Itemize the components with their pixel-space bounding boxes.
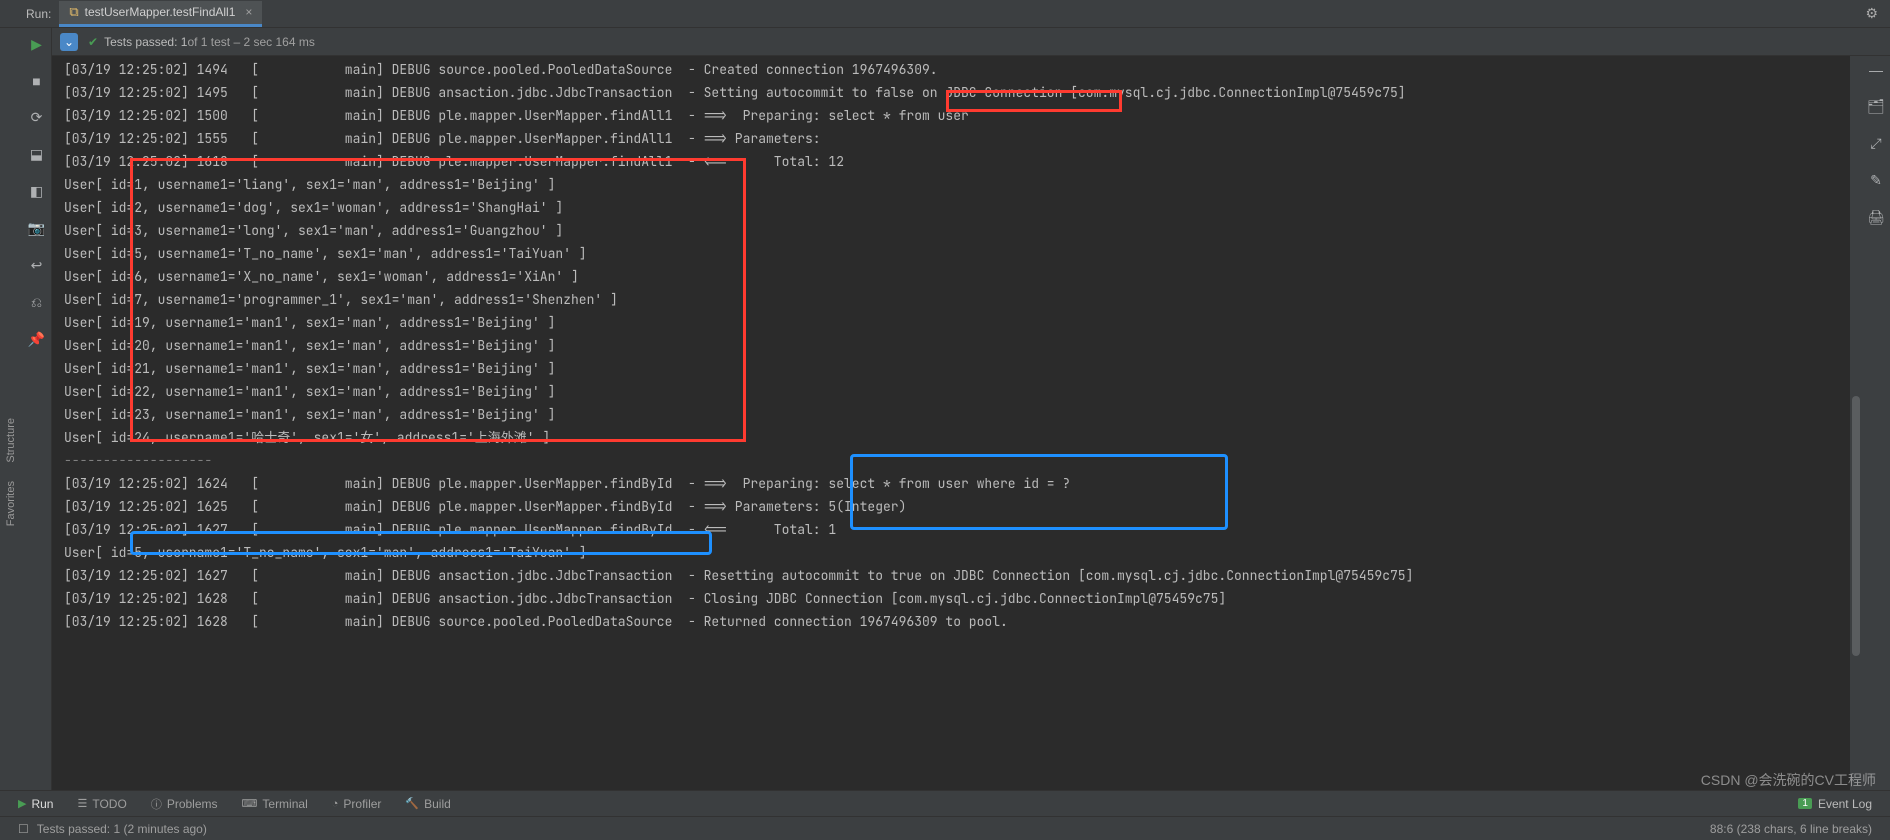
screenshot-icon[interactable]: 📷 [28, 220, 45, 237]
tab-profiler[interactable]: ◔Profiler [332, 797, 382, 811]
status-message: Tests passed: 1 (2 minutes ago) [37, 822, 207, 836]
console-line: User[ id=2, username1='dog', sex1='woman… [52, 196, 1850, 219]
console-line: User[ id=24, username1='哈士奇', sex1='女', … [52, 426, 1850, 449]
print-icon[interactable]: 🖨 [1867, 209, 1885, 226]
console-wrap: [03/19 12:25:02] 1494 [ main] DEBUG sour… [52, 56, 1890, 790]
todo-icon: ☰ [77, 797, 87, 810]
layout-icon[interactable]: ⬓ [30, 146, 43, 163]
top-tab-bar: Run: ⧉ testUserMapper.testFindAll1 × ⚙ [0, 0, 1890, 28]
console-line: [03/19 12:25:02] 1624 [ main] DEBUG ple.… [52, 472, 1850, 495]
console-line: User[ id=23, username1='man1', sex1='man… [52, 403, 1850, 426]
console-output[interactable]: [03/19 12:25:02] 1494 [ main] DEBUG sour… [52, 56, 1850, 790]
status-icon: ☐ [18, 822, 29, 836]
vertical-scrollbar[interactable] [1850, 56, 1862, 790]
run-icon[interactable]: ▶ [31, 36, 42, 53]
left-tool-stripe: Structure Favorites [0, 28, 22, 790]
right-tool-stripe: — 🗂 ⤢ ✎ 🖨 [1862, 56, 1890, 790]
gear-icon[interactable]: ⚙ [1865, 5, 1878, 22]
console-line: [03/19 12:25:02] 1627 [ main] DEBUG ple.… [52, 518, 1850, 541]
collapse-icon[interactable]: ⌄ [60, 33, 78, 51]
console-line: User[ id=3, username1='long', sex1='man'… [52, 219, 1850, 242]
tab-build[interactable]: 🔨Build [405, 797, 450, 811]
run-config-tab-label: testUserMapper.testFindAll1 [85, 5, 236, 19]
console-line: ------------------- [52, 449, 1850, 472]
profiler-icon: ◔ [332, 798, 339, 810]
return-icon[interactable]: ↩ [31, 257, 43, 274]
run-gutter: ▶ ■ ⟳ ⬓ ◧ 📷 ↩ ⎌ 📌 [22, 28, 52, 790]
soft-wrap-icon[interactable]: ✎ [1870, 172, 1882, 189]
test-file-icon: ⧉ [69, 4, 78, 20]
console-line: User[ id=21, username1='man1', sex1='man… [52, 357, 1850, 380]
build-icon: 🔨 [405, 797, 419, 810]
console-line: [03/19 12:25:02] 1625 [ main] DEBUG ple.… [52, 495, 1850, 518]
scrollbar-thumb[interactable] [1852, 396, 1860, 656]
console-line: User[ id=1, username1='liang', sex1='man… [52, 173, 1850, 196]
console-line: [03/19 12:25:02] 1500 [ main] DEBUG ple.… [52, 104, 1850, 127]
console-line: [03/19 12:25:02] 1627 [ main] DEBUG ansa… [52, 564, 1850, 587]
console-line: [03/19 12:25:02] 1628 [ main] DEBUG sour… [52, 610, 1850, 633]
console-line: [03/19 12:25:02] 1555 [ main] DEBUG ple.… [52, 127, 1850, 150]
minimize-icon[interactable]: — [1869, 62, 1883, 78]
stop-icon[interactable]: ■ [32, 73, 40, 89]
console-line: [03/19 12:25:02] 1628 [ main] DEBUG ansa… [52, 587, 1850, 610]
close-tab-icon[interactable]: × [245, 5, 252, 19]
status-bar: ☐ Tests passed: 1 (2 minutes ago) 88:6 (… [0, 816, 1890, 840]
problems-icon: ⓘ [151, 796, 162, 812]
main-area: Structure Favorites ▶ ■ ⟳ ⬓ ◧ 📷 ↩ ⎌ 📌 ⌄ … [0, 28, 1890, 790]
check-icon: ✔ [88, 35, 98, 49]
console-line: [03/19 12:25:02] 1494 [ main] DEBUG sour… [52, 58, 1850, 81]
favorites-tool-button[interactable]: Favorites [5, 481, 17, 526]
console-line: User[ id=7, username1='programmer_1', se… [52, 288, 1850, 311]
console-line: User[ id=5, username1='T_no_name', sex1=… [52, 242, 1850, 265]
console-line: User[ id=20, username1='man1', sex1='man… [52, 334, 1850, 357]
undo-icon[interactable]: ⎌ [31, 294, 42, 311]
run-panel: ⌄ ✔ Tests passed: 1 of 1 test – 2 sec 16… [52, 28, 1890, 790]
status-caret-info: 88:6 (238 chars, 6 line breaks) [1710, 822, 1872, 836]
tab-terminal[interactable]: ⌨Terminal [242, 797, 308, 811]
tests-passed-suffix: of 1 test – 2 sec 164 ms [187, 35, 314, 49]
rerun-icon[interactable]: ⟳ [31, 109, 43, 126]
tab-run[interactable]: ▶Run [18, 797, 53, 811]
match-case-icon[interactable]: 🗂 [1867, 98, 1885, 115]
console-line: User[ id=22, username1='man1', sex1='man… [52, 380, 1850, 403]
console-line: User[ id=6, username1='X_no_name', sex1=… [52, 265, 1850, 288]
console-line: [03/19 12:25:02] 1495 [ main] DEBUG ansa… [52, 81, 1850, 104]
tab-todo[interactable]: ☰TODO [77, 797, 126, 811]
run-panel-label: Run: [18, 7, 59, 21]
toggle-icon[interactable]: ◧ [30, 183, 43, 200]
test-summary-bar: ⌄ ✔ Tests passed: 1 of 1 test – 2 sec 16… [52, 28, 1890, 56]
tab-event-log[interactable]: 1 Event Log [1798, 797, 1872, 811]
tests-passed-label: Tests passed: 1 [104, 35, 187, 49]
tab-problems[interactable]: ⓘProblems [151, 796, 218, 812]
terminal-icon: ⌨ [242, 797, 258, 810]
console-line: User[ id=5, username1='T_no_name', sex1=… [52, 541, 1850, 564]
expand-icon[interactable]: ⤢ [1870, 135, 1881, 152]
event-log-badge: 1 [1798, 798, 1812, 809]
play-icon: ▶ [18, 797, 26, 810]
structure-tool-button[interactable]: Structure [5, 418, 17, 463]
console-line: User[ id=19, username1='man1', sex1='man… [52, 311, 1850, 334]
bottom-tool-tabs: ▶Run ☰TODO ⓘProblems ⌨Terminal ◔Profiler… [0, 790, 1890, 816]
run-config-tab[interactable]: ⧉ testUserMapper.testFindAll1 × [59, 1, 262, 27]
pin-icon[interactable]: 📌 [28, 331, 45, 348]
console-line: [03/19 12:25:02] 1618 [ main] DEBUG ple.… [52, 150, 1850, 173]
